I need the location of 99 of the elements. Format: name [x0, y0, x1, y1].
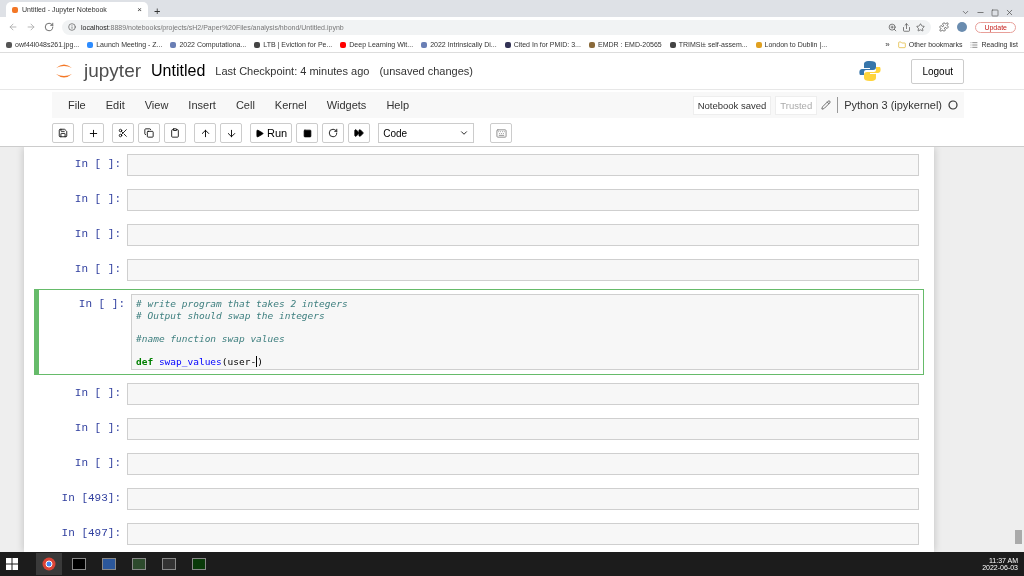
notebook-cell[interactable]: In [497]:	[34, 518, 924, 550]
tab-favicon-icon	[12, 6, 18, 13]
code-input[interactable]	[127, 488, 919, 510]
code-line: # Output should swap the integers	[136, 310, 326, 321]
fast-forward-icon	[354, 128, 365, 138]
notebook-cell[interactable]: In [ ]: # write program that takes 2 integers # Output should swap the integers #name function swap values def swap_values(user-)	[34, 289, 924, 375]
checkpoint-text: Last Checkpoint: 4 minutes ago	[215, 65, 370, 77]
cell-prompt: In [497]:	[60, 526, 122, 541]
notebook-cell[interactable]: In [ ]:	[34, 149, 924, 181]
cell-prompt: In [ ]:	[77, 297, 126, 312]
plus-icon	[87, 127, 99, 139]
cell-prompt: In [ ]:	[73, 386, 122, 401]
menu-item[interactable]: View	[134, 99, 179, 111]
cut-button[interactable]	[112, 123, 134, 143]
notebook-cell[interactable]: In [ ]:	[34, 184, 924, 216]
windows-start-icon[interactable]	[6, 558, 18, 570]
list-icon	[970, 40, 979, 49]
code-input[interactable]	[127, 453, 919, 475]
cell-prompt: In [ ]:	[73, 456, 122, 471]
code-line: #name function swap values	[136, 333, 286, 344]
scissors-icon	[118, 128, 128, 138]
menu-item[interactable]: Widgets	[316, 99, 377, 111]
restart-icon	[328, 128, 339, 138]
info-icon	[68, 23, 76, 31]
stop-icon	[302, 128, 312, 138]
zoom-icon[interactable]	[888, 22, 898, 32]
kernel-status-icon	[948, 100, 958, 110]
edit-icon[interactable]	[821, 100, 832, 110]
cell-prompt: In [ ]:	[73, 227, 122, 242]
folder-icon	[897, 40, 906, 49]
more-bookmarks-button[interactable]: »	[885, 40, 890, 49]
forward-icon[interactable]	[26, 22, 36, 32]
kernel-name[interactable]: Python 3 (ipykernel)	[844, 99, 942, 111]
insert-cell-button[interactable]	[82, 123, 104, 143]
menu-item[interactable]: Kernel	[264, 99, 317, 111]
stop-button[interactable]	[296, 123, 319, 143]
keyboard-icon	[495, 127, 507, 139]
code-input[interactable]	[127, 189, 919, 211]
notebook-cell[interactable]: In [ ]:	[34, 413, 924, 445]
notebook-cell[interactable]: In [ ]:	[34, 254, 924, 286]
copy-button[interactable]	[138, 123, 160, 143]
notebook-cell[interactable]: In [ ]:	[34, 448, 924, 480]
code-input[interactable]	[127, 418, 919, 440]
close-icon[interactable]	[1005, 8, 1014, 17]
menu-item[interactable]: Help	[376, 99, 419, 111]
extensions-icon[interactable]	[939, 22, 950, 32]
code-line: def swap_values(user-)	[136, 356, 264, 367]
cell-type-dropdown[interactable]: Code	[378, 123, 475, 143]
menu-item[interactable]: Insert	[178, 99, 226, 111]
share-icon[interactable]	[902, 22, 912, 32]
star-icon[interactable]	[916, 22, 926, 32]
copy-icon	[144, 128, 154, 138]
cell-prompt: In [ ]:	[73, 192, 122, 207]
move-up-button[interactable]	[194, 123, 216, 143]
code-input[interactable]	[127, 523, 919, 545]
code-input[interactable]: # write program that takes 2 integers # Output should swap the integers #name function swap values def swap_values(user-)	[131, 294, 919, 370]
restart-button[interactable]	[322, 123, 345, 143]
notebook-cell[interactable]: In [493]:	[34, 483, 924, 515]
paste-button[interactable]	[164, 123, 186, 143]
menu-item[interactable]: Edit	[95, 99, 135, 111]
logout-button[interactable]: Logout	[911, 58, 964, 84]
code-input[interactable]	[127, 224, 919, 246]
cell-prompt: In [493]:	[60, 491, 122, 506]
run-button[interactable]: Run	[250, 123, 293, 143]
python-logo-icon	[859, 60, 882, 82]
reload-icon[interactable]	[44, 22, 54, 32]
back-icon[interactable]	[8, 22, 18, 32]
clipboard-icon	[170, 128, 180, 138]
code-input[interactable]	[127, 259, 919, 281]
move-down-button[interactable]	[220, 123, 242, 143]
browser-taskbar-icon[interactable]	[36, 553, 62, 575]
menu-item[interactable]: Cell	[225, 99, 265, 111]
cell-prompt: In [ ]:	[73, 421, 122, 436]
profile-avatar[interactable]	[957, 22, 968, 32]
arrow-up-icon	[199, 127, 211, 139]
tab-search-icon[interactable]	[961, 8, 970, 17]
arrow-down-icon	[225, 127, 237, 139]
notebook-cell[interactable]: In [ ]:	[34, 219, 924, 251]
code-input[interactable]	[127, 383, 919, 405]
unsaved-changes-text: (unsaved changes)	[379, 65, 473, 77]
play-icon	[255, 128, 264, 138]
cell-prompt: In [ ]:	[73, 262, 122, 277]
keyboard-shortcuts-button[interactable]	[490, 123, 513, 143]
save-icon	[58, 128, 68, 138]
menu-item[interactable]: File	[58, 99, 96, 111]
tab-close-button[interactable]: ×	[137, 5, 142, 14]
jupyter-logo-text: jupyter	[84, 60, 142, 82]
save-button[interactable]	[52, 123, 74, 143]
chevron-down-icon	[459, 128, 470, 138]
restart-run-all-button[interactable]	[348, 123, 371, 143]
new-tab-button[interactable]: +	[154, 5, 161, 17]
notebook-name[interactable]: Untitled	[151, 62, 206, 80]
code-input[interactable]	[127, 154, 919, 176]
cell-prompt: In [ ]:	[73, 157, 122, 172]
notebook-cell[interactable]: In [ ]:	[34, 378, 924, 410]
notebook-saved-indicator: Notebook saved	[692, 95, 772, 115]
code-line: # write program that takes 2 integers	[136, 298, 349, 309]
scrollbar-thumb[interactable]	[1015, 530, 1022, 544]
maximize-icon[interactable]	[991, 9, 999, 17]
